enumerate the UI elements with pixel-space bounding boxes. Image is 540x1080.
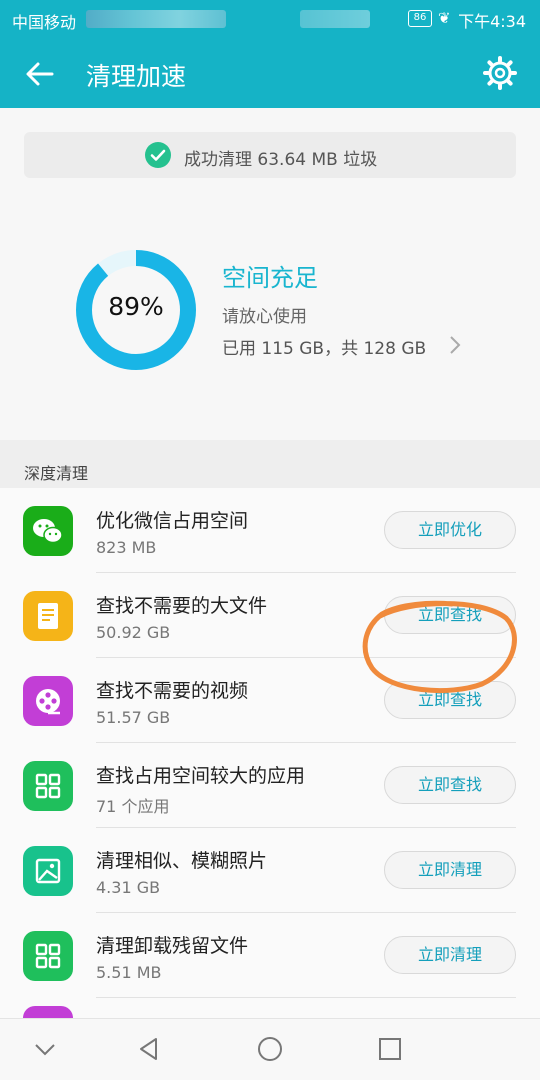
orange-circle-annotation (362, 600, 517, 694)
storage-usage-link[interactable]: 已用 115 GB，共 128 GB (222, 334, 426, 359)
storage-hint: 请放心使用 (222, 307, 307, 327)
back-triangle-icon[interactable] (134, 1034, 164, 1064)
deep-clean-list: 优化微信占用空间 823 MB 立即优化 查找不需要的大文件 50.92 GB … (0, 488, 540, 1020)
item-subtitle: 823 MB (96, 538, 157, 557)
storage-percent: 89% (108, 292, 164, 321)
back-arrow-icon[interactable] (22, 56, 58, 92)
item-subtitle: 51.57 GB (96, 708, 171, 727)
clean-result-banner: 成功清理 63.64 MB 垃圾 (24, 132, 516, 178)
storage-status: 空间充足 (222, 264, 318, 292)
find-large-apps-button[interactable]: 立即查找 (384, 766, 516, 804)
leaf-icon: ❦ (438, 9, 451, 27)
optimize-wechat-button[interactable]: 立即优化 (384, 511, 516, 549)
storage-ring: 89% (74, 248, 198, 372)
blurred-signal-icons (300, 10, 370, 28)
blurred-status-icons (86, 10, 226, 28)
chevron-right-icon[interactable] (448, 334, 462, 356)
home-circle-icon[interactable] (255, 1034, 285, 1064)
page-title: 清理加速 (86, 62, 187, 91)
chevron-down-icon[interactable] (30, 1034, 60, 1064)
list-item-residual-files[interactable]: 清理卸载残留文件 5.51 MB 立即清理 (0, 913, 540, 998)
item-subtitle: 5.51 MB (96, 963, 162, 982)
clean-result-text: 成功清理 63.64 MB 垃圾 (184, 150, 378, 170)
clean-residual-button[interactable]: 立即清理 (384, 936, 516, 974)
status-bar: 中国移动 86 ❦ 下午4:34 (0, 0, 540, 38)
wechat-icon (23, 506, 73, 556)
document-icon (23, 591, 73, 641)
list-item-partial (0, 998, 540, 1020)
item-title: 优化微信占用空间 (96, 510, 249, 532)
list-item-similar-photos[interactable]: 清理相似、模糊照片 4.31 GB 立即清理 (0, 828, 540, 913)
deep-clean-section-header: 深度清理 (0, 440, 540, 488)
recents-square-icon[interactable] (375, 1034, 405, 1064)
item-title: 查找不需要的大文件 (96, 595, 268, 617)
system-nav-bar (0, 1018, 540, 1080)
carrier-label: 中国移动 (12, 13, 77, 32)
gear-icon[interactable] (482, 55, 518, 91)
item-title: 查找占用空间较大的应用 (96, 765, 306, 787)
item-title: 清理相似、模糊照片 (96, 850, 268, 872)
item-title: 清理卸载残留文件 (96, 935, 249, 957)
item-subtitle: 4.31 GB (96, 878, 161, 897)
app-grid-icon (23, 931, 73, 981)
app-bar: 清理加速 (0, 38, 540, 108)
item-subtitle: 50.92 GB (96, 623, 171, 642)
item-subtitle: 71 个应用 (96, 797, 170, 816)
item-title: 查找不需要的视频 (96, 680, 249, 702)
list-item-wechat[interactable]: 优化微信占用空间 823 MB 立即优化 (0, 488, 540, 573)
clean-photos-button[interactable]: 立即清理 (384, 851, 516, 889)
section-title: 深度清理 (24, 464, 89, 483)
battery-icon: 86 (408, 10, 432, 27)
app-grid-icon (23, 761, 73, 811)
main-content: 成功清理 63.64 MB 垃圾 89% 空间充足 请放心使用 已用 115 G… (0, 108, 540, 1020)
clock: 下午4:34 (458, 12, 526, 31)
check-circle-icon (145, 142, 171, 168)
film-reel-icon (23, 676, 73, 726)
list-item-large-apps[interactable]: 查找占用空间较大的应用 71 个应用 立即查找 (0, 743, 540, 828)
photo-icon (23, 846, 73, 896)
